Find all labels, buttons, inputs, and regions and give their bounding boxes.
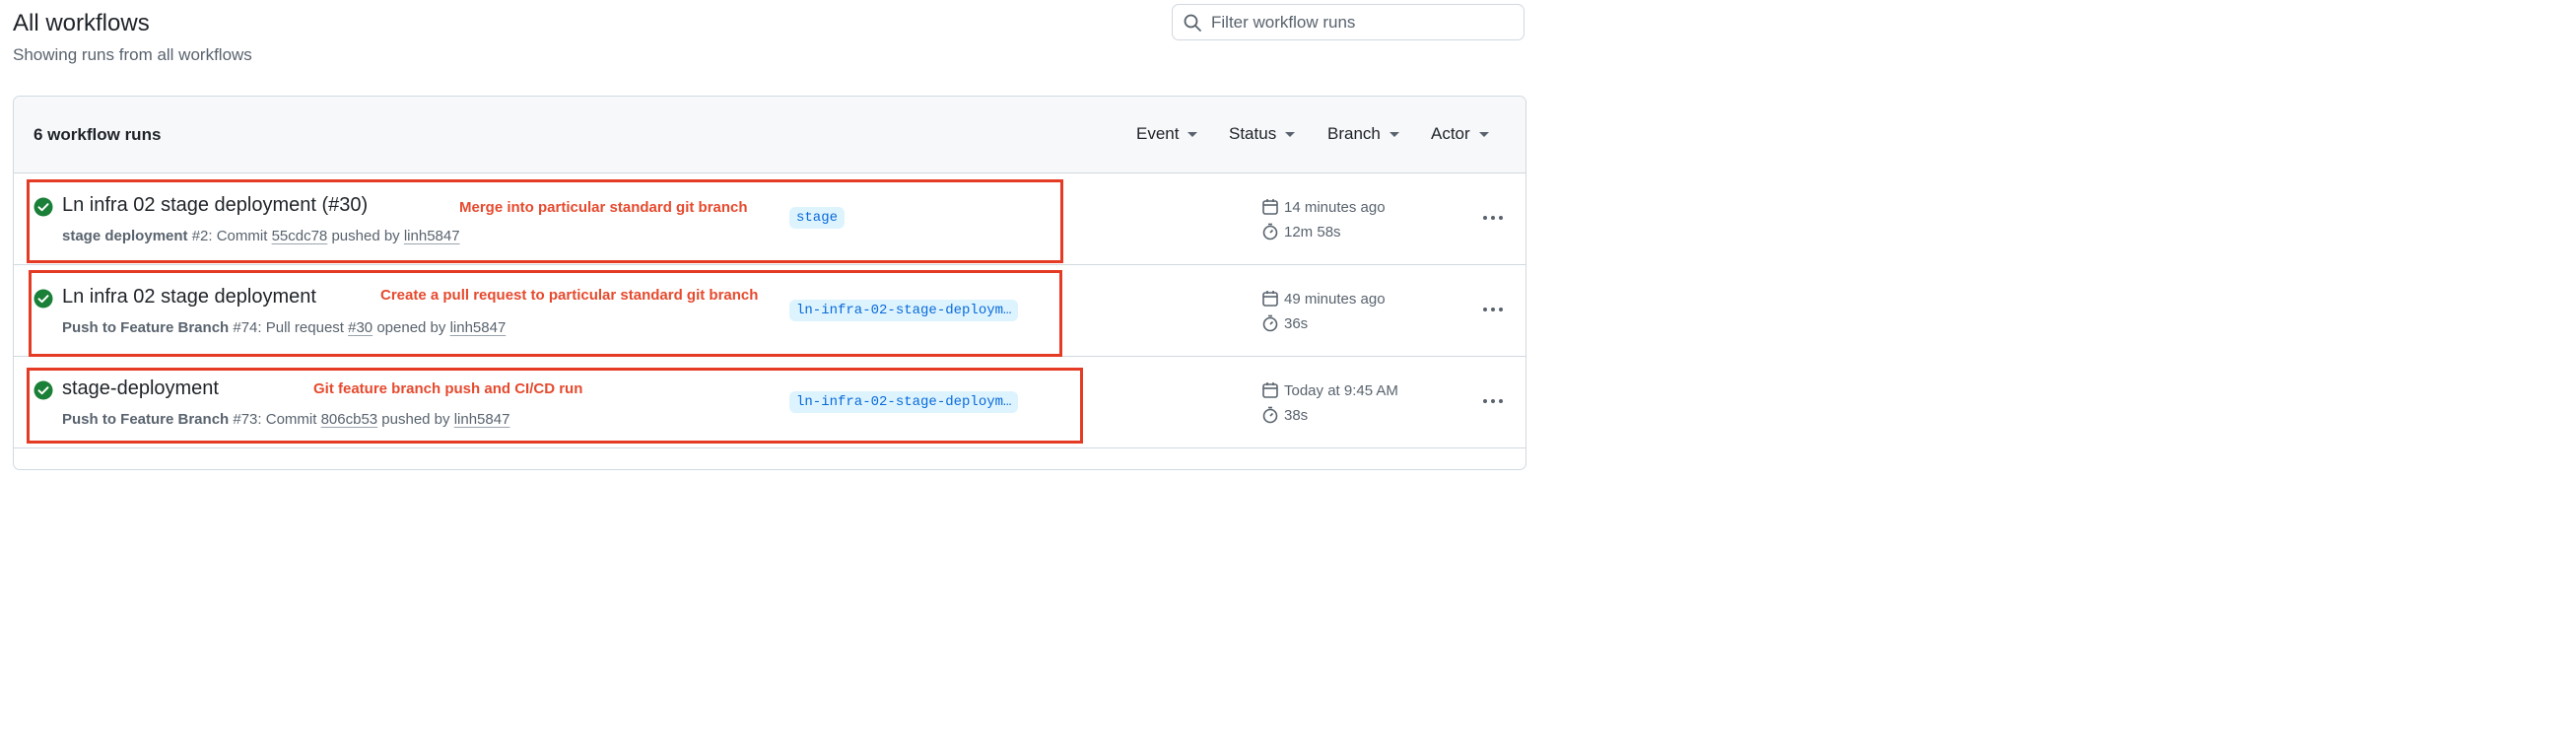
caret-down-icon (1389, 131, 1399, 137)
caret-down-icon (1478, 131, 1489, 137)
more-options-button[interactable] (1481, 210, 1505, 226)
kebab-horizontal-icon (1483, 399, 1503, 403)
run-time-text: Today at 9:45 AM (1284, 381, 1398, 399)
calendar-icon (1262, 382, 1278, 398)
list-header: 6 workflow runs Event Status Branch Acto… (14, 97, 1525, 173)
event-filter-label: Event (1136, 124, 1180, 143)
run-time: 49 minutes ago (1261, 290, 1386, 308)
filter-workflow-runs-field[interactable] (1172, 4, 1525, 40)
run-duration-text: 36s (1284, 314, 1309, 332)
workflow-runs-page: All workflows Showing runs from all work… (0, 0, 1545, 470)
stopwatch-icon (1262, 314, 1278, 332)
run-time: 14 minutes ago (1261, 198, 1386, 216)
event-filter-button[interactable]: Event (1136, 124, 1198, 144)
run-time-text: 14 minutes ago (1284, 198, 1386, 216)
caret-down-icon (1187, 131, 1198, 137)
more-options-button[interactable] (1481, 393, 1505, 409)
calendar-icon (1262, 199, 1278, 215)
actor-filter-label: Actor (1431, 124, 1470, 143)
actor-filter-button[interactable]: Actor (1431, 124, 1489, 144)
runs-count: 6 workflow runs (34, 125, 162, 144)
annotation-box (27, 179, 1063, 263)
status-filter-button[interactable]: Status (1229, 124, 1296, 144)
run-duration: 38s (1261, 406, 1308, 424)
calendar-icon (1262, 291, 1278, 307)
run-time-text: 49 minutes ago (1284, 290, 1386, 308)
page-title: All workflows (13, 10, 150, 36)
more-options-button[interactable] (1481, 302, 1505, 317)
page-subtitle: Showing runs from all workflows (13, 45, 252, 64)
kebab-horizontal-icon (1483, 308, 1503, 311)
caret-down-icon (1285, 131, 1296, 137)
stopwatch-icon (1262, 406, 1278, 424)
search-icon (1183, 13, 1202, 33)
branch-filter-label: Branch (1327, 124, 1381, 143)
run-duration: 36s (1261, 314, 1308, 332)
annotation-box (27, 368, 1083, 444)
run-duration: 12m 58s (1261, 223, 1341, 240)
run-duration-text: 38s (1284, 406, 1309, 424)
branch-filter-button[interactable]: Branch (1327, 124, 1399, 144)
run-time: Today at 9:45 AM (1261, 381, 1398, 399)
filter-workflow-runs-input[interactable] (1211, 12, 1507, 33)
annotation-box (29, 270, 1062, 357)
status-filter-label: Status (1229, 124, 1277, 143)
stopwatch-icon (1262, 223, 1278, 240)
kebab-horizontal-icon (1483, 216, 1503, 220)
run-duration-text: 12m 58s (1284, 223, 1341, 240)
